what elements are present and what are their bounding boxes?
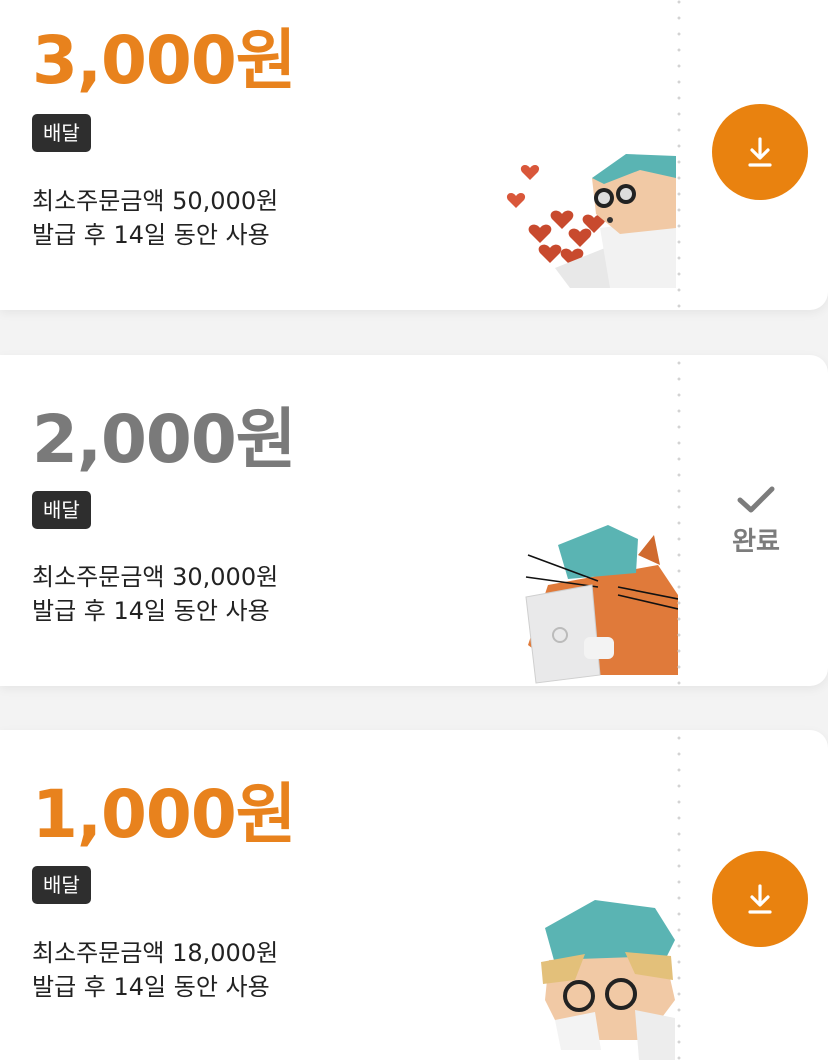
- validity-text: 발급 후 14일 동안 사용: [32, 597, 270, 625]
- character-with-hearts-illustration: [506, 154, 676, 288]
- character-with-glasses-illustration: [541, 900, 675, 1060]
- download-button[interactable]: [712, 851, 808, 947]
- coupon-conditions: 최소주문금액 50,000원 발급 후 14일 동안 사용: [32, 184, 278, 252]
- delivery-badge: 배달: [32, 114, 91, 152]
- coupon-perforation: [676, 0, 682, 310]
- min-order-text: 최소주문금액 18,000원: [32, 939, 279, 967]
- coupon-perforation: [676, 355, 682, 686]
- delivery-badge: 배달: [32, 491, 91, 529]
- coupon-card: 3,000원 배달 최소주문금액 50,000원 발급 후 14일 동안 사용: [0, 0, 828, 310]
- coupon-card: 1,000원 배달 최소주문금액 18,000원 발급 후 14일 동안 사용: [0, 730, 828, 1060]
- download-complete-status: 완료: [718, 485, 794, 558]
- min-order-text: 최소주문금액 30,000원: [32, 563, 279, 591]
- download-icon: [748, 137, 772, 167]
- validity-text: 발급 후 14일 동안 사용: [32, 221, 270, 249]
- check-icon: [737, 486, 775, 513]
- done-label: 완료: [732, 527, 780, 557]
- cat-with-tablet-illustration: [525, 525, 678, 684]
- coupon-amount: 1,000원: [32, 776, 296, 853]
- coupon-conditions: 최소주문금액 30,000원 발급 후 14일 동안 사용: [32, 560, 278, 628]
- coupon-amount: 3,000원: [32, 22, 296, 99]
- coupon-conditions: 최소주문금액 18,000원 발급 후 14일 동안 사용: [32, 936, 278, 1004]
- delivery-badge: 배달: [32, 866, 91, 904]
- coupon-perforation: [676, 730, 682, 1060]
- coupon-amount: 2,000원: [32, 401, 296, 478]
- validity-text: 발급 후 14일 동안 사용: [32, 973, 270, 1001]
- download-button[interactable]: [712, 104, 808, 200]
- download-icon: [748, 884, 772, 914]
- min-order-text: 최소주문금액 50,000원: [32, 187, 279, 215]
- coupon-card: 2,000원 배달 최소주문금액 30,000원 발급 후 14일 동안 사용 …: [0, 355, 828, 686]
